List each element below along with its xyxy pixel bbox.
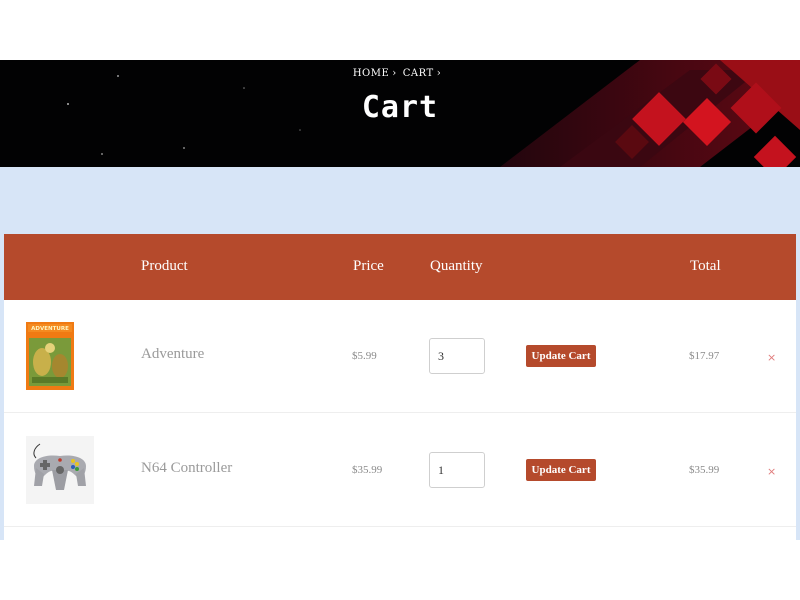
- quantity-input[interactable]: [429, 338, 485, 374]
- product-price: $35.99: [352, 464, 383, 476]
- top-bar: [0, 0, 800, 60]
- row-total: $35.99: [689, 464, 720, 476]
- cart-table: Product Price Quantity Total ADVENTURE A…: [4, 234, 796, 540]
- page-bottom: [0, 540, 800, 600]
- breadcrumb: HOME › CART ›: [0, 68, 800, 79]
- remove-item-icon[interactable]: ×: [767, 465, 776, 478]
- breadcrumb-cart-link[interactable]: CART: [403, 68, 434, 79]
- product-price: $5.99: [352, 350, 377, 362]
- product-name-link[interactable]: N64 Controller: [141, 460, 232, 477]
- page-title: Cart: [361, 90, 439, 125]
- chevron-right-icon: ›: [392, 68, 397, 79]
- cart-row: N64 Controller $35.99 Update Cart $35.99…: [4, 414, 796, 527]
- n64-controller-image[interactable]: [26, 436, 94, 504]
- remove-item-icon[interactable]: ×: [767, 351, 776, 364]
- cart-row: ADVENTURE Adventure $5.99 Update Cart $1…: [4, 300, 796, 413]
- header-product: Product: [141, 258, 188, 274]
- header-price: Price: [353, 258, 384, 274]
- header-total: Total: [690, 258, 721, 274]
- chevron-right-icon: ›: [436, 68, 442, 79]
- product-name-link[interactable]: Adventure: [141, 346, 204, 363]
- svg-text:ADVENTURE: ADVENTURE: [31, 326, 69, 332]
- adventure-game-box-art[interactable]: ADVENTURE: [26, 322, 74, 390]
- quantity-input[interactable]: [429, 452, 485, 488]
- update-cart-button[interactable]: Update Cart: [526, 459, 596, 481]
- breadcrumb-home-link[interactable]: HOME: [353, 68, 389, 79]
- update-cart-button[interactable]: Update Cart: [526, 345, 596, 367]
- row-total: $17.97: [689, 350, 720, 362]
- header-quantity: Quantity: [430, 258, 483, 274]
- hero-banner: HOME › CART › Cart: [0, 60, 800, 167]
- cart-table-header: Product Price Quantity Total: [4, 234, 796, 300]
